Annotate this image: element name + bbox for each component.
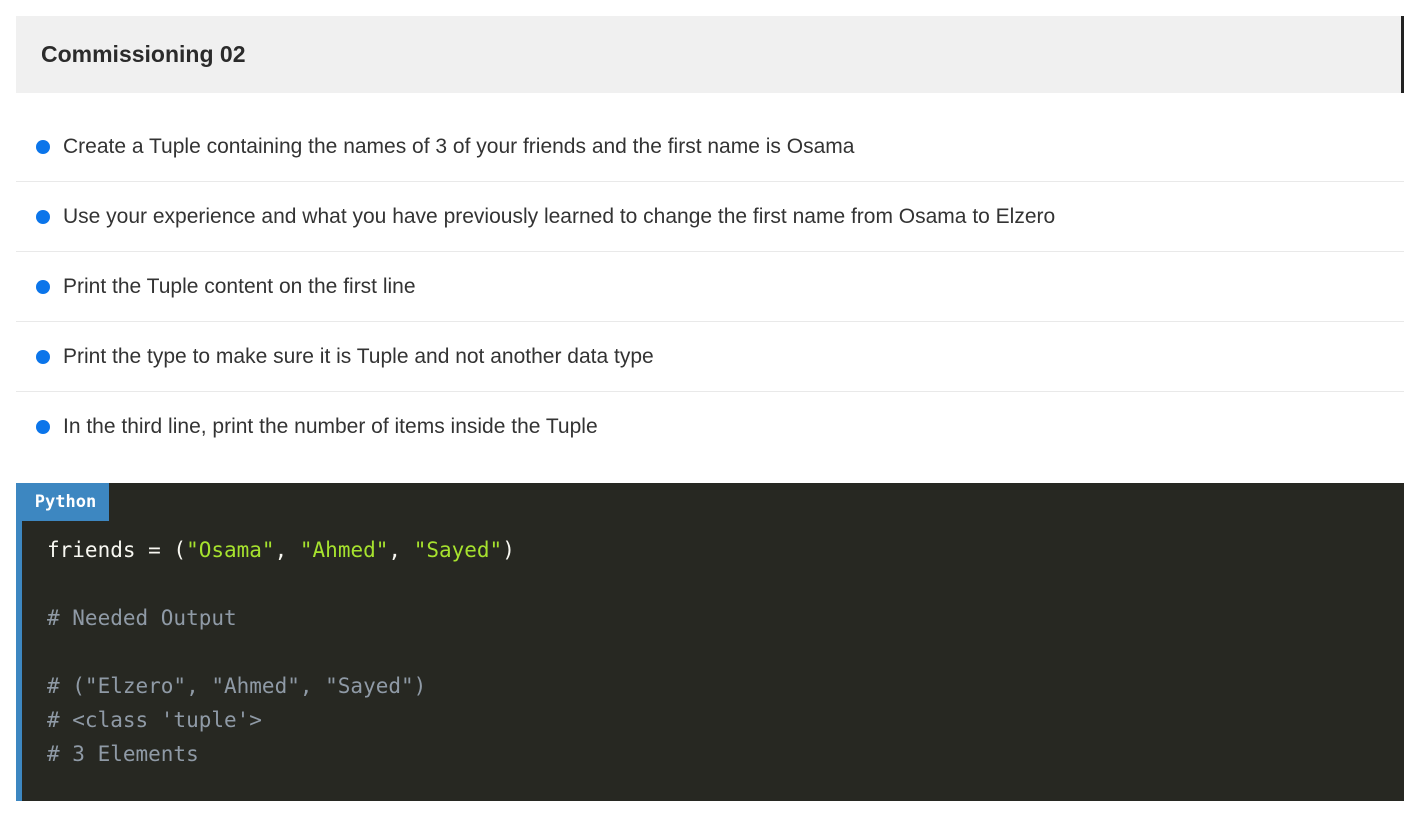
- list-item: Print the type to make sure it is Tuple …: [16, 322, 1404, 392]
- task-text: In the third line, print the number of i…: [63, 415, 598, 438]
- code-token: ,: [274, 538, 300, 562]
- bullet-icon: [36, 210, 50, 224]
- code-string: "Ahmed": [299, 538, 389, 562]
- bullet-icon: [36, 350, 50, 364]
- code-block[interactable]: Python friends = ("Osama", "Ahmed", "Say…: [16, 483, 1404, 801]
- code-line: friends = ("Osama", "Ahmed", "Sayed"): [47, 533, 515, 567]
- bullet-icon: [36, 280, 50, 294]
- page-title: Commissioning 02: [41, 41, 246, 67]
- bullet-icon: [36, 140, 50, 154]
- task-text: Print the Tuple content on the first lin…: [63, 275, 416, 298]
- code-token: ,: [388, 538, 414, 562]
- task-text: Create a Tuple containing the names of 3…: [63, 135, 855, 158]
- list-item: Use your experience and what you have pr…: [16, 182, 1404, 252]
- page: Commissioning 02 Create a Tuple containi…: [0, 0, 1413, 813]
- task-text: Print the type to make sure it is Tuple …: [63, 345, 654, 368]
- list-item: Create a Tuple containing the names of 3…: [16, 112, 1404, 182]
- task-list: Create a Tuple containing the names of 3…: [16, 112, 1404, 462]
- code-token: friends = (: [47, 538, 187, 562]
- assignment-header: Commissioning 02: [16, 16, 1404, 93]
- list-item: Print the Tuple content on the first lin…: [16, 252, 1404, 322]
- code-comment: # ("Elzero", "Ahmed", "Sayed"): [47, 674, 427, 698]
- code-token: ): [502, 538, 515, 562]
- code-content[interactable]: friends = ("Osama", "Ahmed", "Sayed") # …: [47, 533, 515, 771]
- code-comment: # <class 'tuple'>: [47, 708, 262, 732]
- code-comment: # 3 Elements: [47, 742, 199, 766]
- code-string: "Osama": [186, 538, 275, 562]
- bullet-icon: [36, 420, 50, 434]
- code-string: "Sayed": [413, 538, 503, 562]
- code-comment: # Needed Output: [47, 606, 237, 630]
- language-badge: Python: [22, 483, 109, 521]
- list-item: In the third line, print the number of i…: [16, 392, 1404, 462]
- task-text: Use your experience and what you have pr…: [63, 205, 1056, 228]
